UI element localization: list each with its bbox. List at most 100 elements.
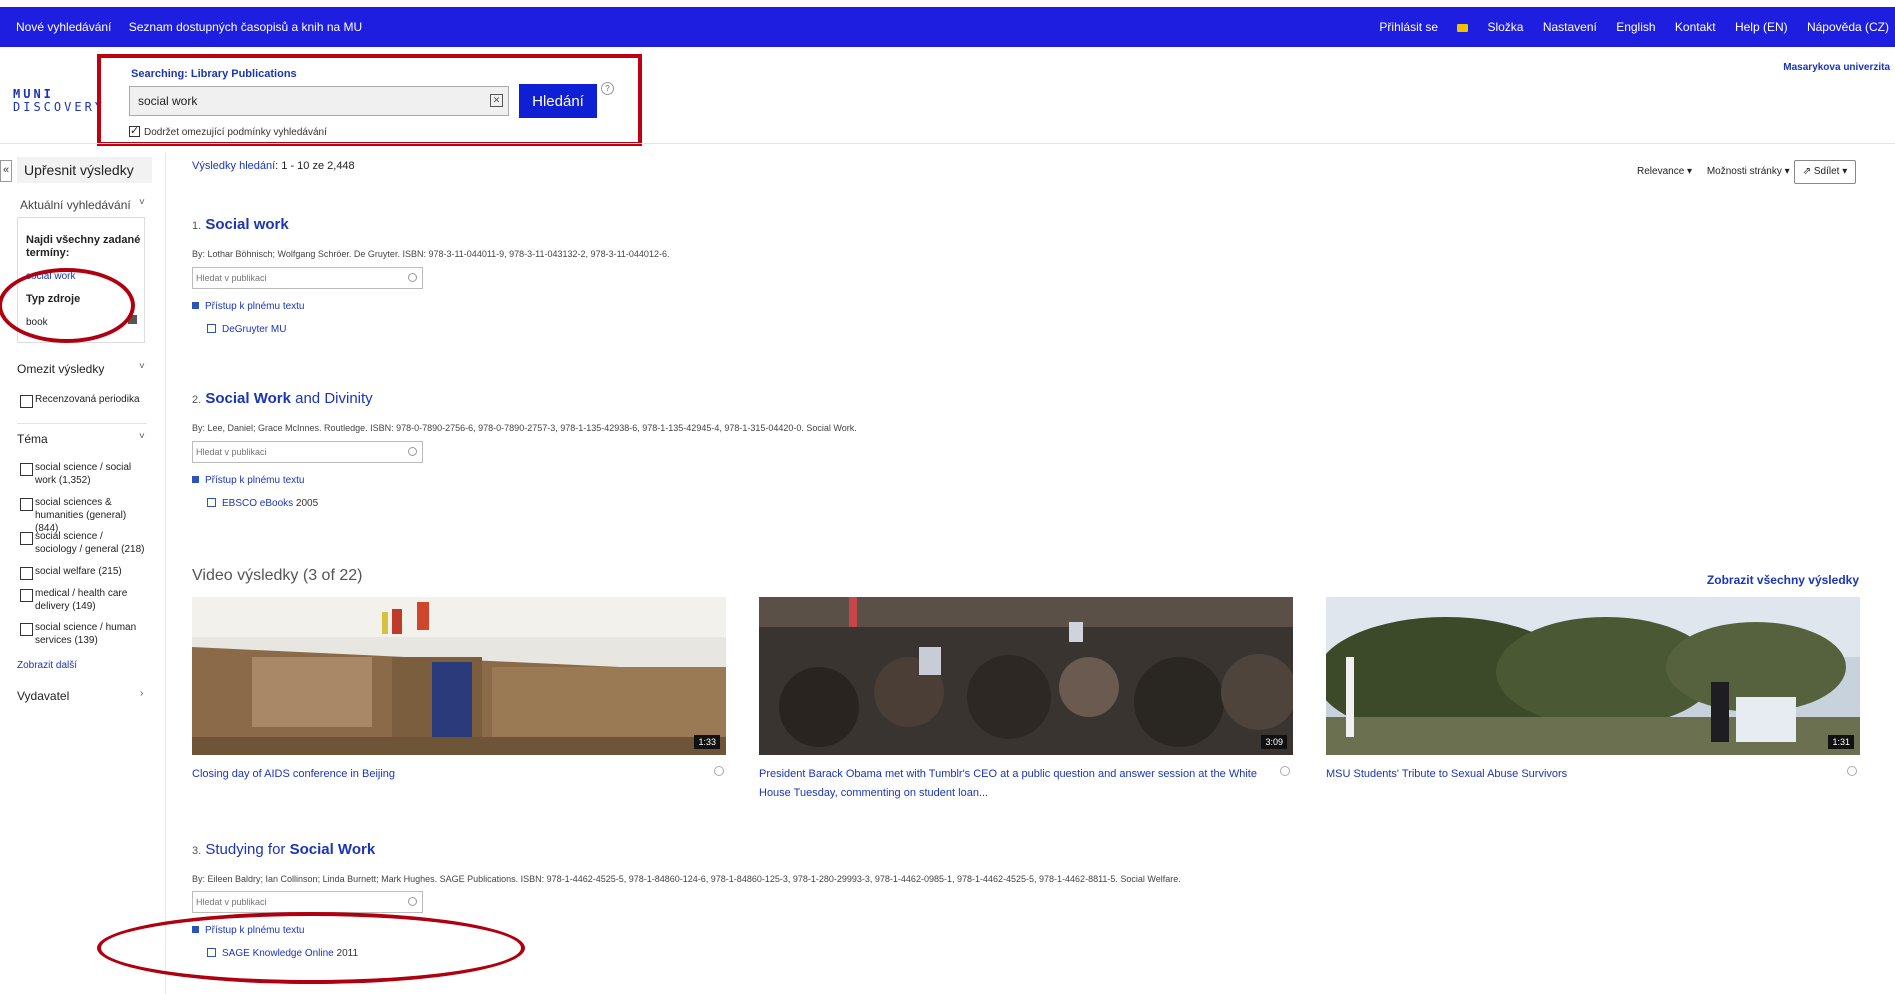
video-results-heading: Video výsledky (3 of 22): [192, 567, 363, 584]
video-duration: 1:33: [694, 735, 720, 749]
video-thumbnail-2[interactable]: 3:09: [759, 597, 1293, 755]
facet-checkbox[interactable]: [20, 589, 33, 602]
search-panel-annotation: Searching: Library Publications ✕ Hledán…: [97, 54, 642, 146]
logo-line-2: DISCOVERY: [13, 100, 106, 114]
nav-new-search[interactable]: Nové vyhledávání: [16, 20, 111, 34]
facet-separator: [17, 423, 147, 424]
help-icon[interactable]: ?: [601, 82, 614, 95]
result-title-3[interactable]: 3. Studying for Social Work: [192, 841, 375, 858]
result-number: 3.: [192, 845, 202, 857]
results-count: Výsledky hledání: 1 - 10 ze 2,448: [192, 160, 355, 172]
header-divider: [0, 143, 1895, 144]
nav-contact[interactable]: Kontakt: [1675, 20, 1716, 34]
result-number: 2.: [192, 394, 202, 406]
facet-item-topic[interactable]: social welfare (215): [20, 565, 145, 580]
facet-label: social science / sociology / general (21…: [35, 531, 145, 555]
search-in-publication-input[interactable]: [192, 267, 423, 289]
limit-results-title[interactable]: Omezit výsledky: [17, 362, 104, 376]
chevron-down-icon[interactable]: ˅: [139, 361, 145, 372]
fulltext-link[interactable]: Přístup k plnému textu: [192, 301, 305, 312]
nav-folder[interactable]: Složka: [1457, 20, 1523, 34]
search-icon[interactable]: [408, 447, 417, 456]
folder-icon: [1457, 24, 1469, 32]
collapse-sidebar-icon[interactable]: «: [0, 160, 12, 182]
result-meta-2: By: Lee, Daniel; Grace McInnes. Routledg…: [192, 423, 857, 433]
sidebar-divider: [165, 152, 166, 994]
current-search-title[interactable]: Aktuální vyhledávání: [20, 198, 131, 212]
publisher-title[interactable]: Vydavatel: [17, 689, 69, 703]
nav-journals-list[interactable]: Seznam dostupných časopisů a knih na MU: [129, 20, 362, 34]
provider-link[interactable]: DeGruyter MU: [207, 324, 286, 335]
fulltext-label: Přístup k plnému textu: [205, 475, 305, 486]
search-in-publication-input[interactable]: [192, 441, 423, 463]
provider-label: DeGruyter MU: [222, 324, 287, 335]
search-icon[interactable]: [408, 273, 417, 282]
video-thumbnail-1[interactable]: 1:33: [192, 597, 726, 755]
keep-conditions-checkbox[interactable]: [129, 124, 140, 137]
result-controls: Relevance ▾ Možnosti stránky ▾: [1637, 166, 1790, 177]
video-caption-1[interactable]: Closing day of AIDS conference in Beijin…: [192, 765, 672, 784]
facet-item-peer-reviewed[interactable]: Recenzovaná periodika: [20, 393, 145, 408]
nav-help-cz[interactable]: Nápověda (CZ): [1807, 20, 1889, 34]
topic-title[interactable]: Téma: [17, 432, 48, 446]
facet-item-topic[interactable]: social science / sociology / general (21…: [20, 530, 145, 556]
facet-checkbox[interactable]: [20, 498, 33, 511]
facet-checkbox[interactable]: [20, 623, 33, 636]
fulltext-icon: [192, 302, 199, 309]
video-caption-3[interactable]: MSU Students' Tribute to Sexual Abuse Su…: [1326, 765, 1806, 784]
show-more-link[interactable]: Zobrazit další: [17, 660, 77, 671]
video-duration: 3:09: [1261, 735, 1287, 749]
facet-item-topic[interactable]: medical / health care delivery (149): [20, 587, 145, 613]
result-title-bold: Social work: [205, 216, 289, 233]
facet-checkbox[interactable]: [20, 463, 33, 476]
video-thumbnail-image: [759, 597, 1293, 755]
search-icon[interactable]: [408, 897, 417, 906]
nav-help-en[interactable]: Help (EN): [1735, 20, 1788, 34]
facet-item-topic[interactable]: social science / social work (1,352): [20, 461, 145, 487]
video-thumbnail-3[interactable]: 1:31: [1326, 597, 1860, 755]
zoom-icon[interactable]: [714, 766, 724, 776]
zoom-icon[interactable]: [1280, 766, 1290, 776]
nav-settings[interactable]: Nastavení: [1543, 20, 1597, 34]
facet-item-topic[interactable]: social science / human services (139): [20, 621, 145, 647]
provider-link[interactable]: EBSCO eBooks 2005: [207, 498, 318, 509]
zoom-icon[interactable]: [1847, 766, 1857, 776]
clear-search-icon[interactable]: ✕: [490, 94, 503, 107]
search-button[interactable]: Hledání: [519, 84, 597, 118]
search-input[interactable]: [129, 86, 509, 116]
search-scope-label: Searching: Library Publications: [131, 68, 297, 80]
fulltext-link[interactable]: Přístup k plnému textu: [192, 475, 305, 486]
video-thumbnail-image: [192, 597, 726, 755]
chevron-down-icon[interactable]: ˅: [139, 431, 145, 442]
search-in-publication-input[interactable]: [192, 891, 423, 913]
chevron-right-icon[interactable]: ›: [140, 688, 143, 699]
result-title-1[interactable]: 1. Social work: [192, 216, 289, 233]
result-title-2[interactable]: 2. Social Work and Divinity: [192, 390, 373, 407]
facet-label: social science / social work (1,352): [35, 462, 132, 486]
annotation-oval-filter: [0, 268, 135, 343]
facet-checkbox[interactable]: [20, 395, 33, 408]
share-label: Sdílet ▾: [1813, 166, 1848, 177]
muni-discovery-logo[interactable]: MUNI DISCOVERY: [13, 88, 105, 114]
university-name[interactable]: Masarykova univerzita: [1783, 62, 1890, 73]
sort-relevance-dropdown[interactable]: Relevance ▾: [1637, 166, 1692, 177]
keep-conditions-label: Dodržet omezující podmínky vyhledávání: [144, 127, 327, 138]
result-title-bold: Social Work: [289, 841, 376, 858]
facet-checkbox[interactable]: [20, 567, 33, 580]
result-number: 1.: [192, 220, 202, 232]
results-count-label: Výsledky hledání: [192, 160, 276, 172]
result-title-pre: Studying for: [205, 841, 290, 858]
show-all-videos-link[interactable]: Zobrazit všechny výsledky: [1707, 573, 1859, 587]
result-title-rest: and Divinity: [290, 390, 373, 407]
video-caption-2[interactable]: President Barack Obama met with Tumblr's…: [759, 765, 1264, 803]
page-options-dropdown[interactable]: Možnosti stránky ▾: [1707, 166, 1790, 177]
share-button[interactable]: ⇗ Sdílet ▾: [1794, 160, 1856, 184]
keep-conditions-row[interactable]: Dodržet omezující podmínky vyhledávání: [129, 124, 327, 138]
nav-english[interactable]: English: [1616, 20, 1655, 34]
facet-label: social science / human services (139): [35, 622, 137, 646]
facet-checkbox[interactable]: [20, 532, 33, 545]
external-link-icon: [207, 324, 216, 333]
nav-login[interactable]: Přihlásit se: [1379, 20, 1438, 34]
find-all-terms-label: Najdi všechny zadané termíny:: [26, 234, 141, 259]
chevron-down-icon[interactable]: ˅: [139, 197, 145, 208]
